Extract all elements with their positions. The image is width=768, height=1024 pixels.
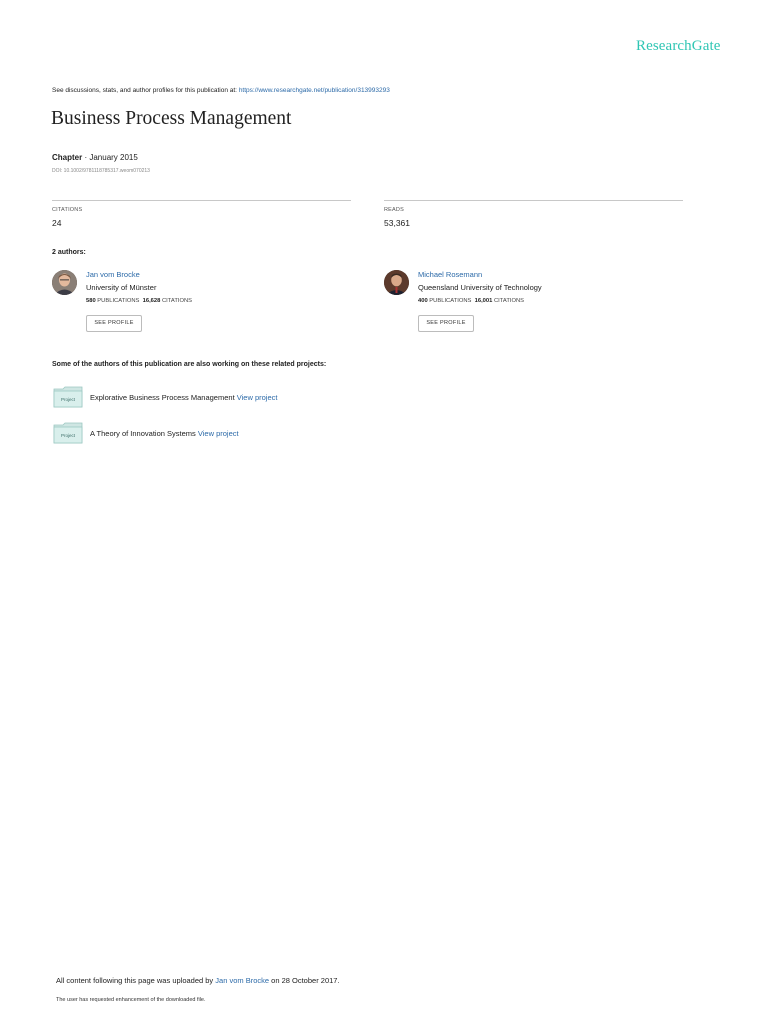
author-publications-count: 400 <box>418 298 428 304</box>
uploader-link[interactable]: Jan vom Brocke <box>215 976 269 985</box>
author-name-link[interactable]: Jan vom Brocke <box>86 270 140 279</box>
reads-label: READS <box>384 207 404 213</box>
see-discussions-text: See discussions, stats, and author profi… <box>52 87 237 94</box>
project-title: A Theory of Innovation Systems <box>90 429 196 438</box>
reads-value: 53,361 <box>384 218 410 228</box>
see-profile-button[interactable]: SEE PROFILE <box>86 315 142 332</box>
researchgate-logo[interactable]: ResearchGate <box>636 38 720 55</box>
author-citations-count: 16,628 <box>142 298 161 304</box>
author-publications-count: 580 <box>86 298 96 304</box>
reads-divider <box>384 200 683 201</box>
view-project-link[interactable]: View project <box>237 393 278 402</box>
author-avatar[interactable] <box>52 270 77 295</box>
project-folder-icon: Project <box>53 422 83 444</box>
upload-prefix: All content following this page was uplo… <box>56 976 214 985</box>
author-publications-label: PUBLICATIONS <box>429 298 472 304</box>
author-publications-label: PUBLICATIONS <box>97 298 140 304</box>
author-name-link[interactable]: Michael Rosemann <box>418 270 482 279</box>
author-institution: University of Münster <box>86 283 157 292</box>
project-title: Explorative Business Process Management <box>90 393 235 402</box>
publication-url-link[interactable]: https://www.researchgate.net/publication… <box>239 87 390 94</box>
enhancement-note: The user has requested enhancement of th… <box>56 997 206 1003</box>
project-folder-label: Project <box>61 433 76 438</box>
authors-heading: 2 authors: <box>52 249 86 256</box>
author-citations-label: CITATIONS <box>493 298 525 304</box>
author-stats: 580 PUBLICATIONS 16,628 CITATIONS <box>86 298 192 304</box>
publication-type: Chapter <box>52 153 83 162</box>
project-item: Explorative Business Process Management … <box>90 393 277 402</box>
related-projects-heading: Some of the authors of this publication … <box>52 361 327 368</box>
author-stats: 400 PUBLICATIONS 16,001 CITATIONS <box>418 298 524 304</box>
citations-divider <box>52 200 351 201</box>
view-project-link[interactable]: View project <box>198 429 239 438</box>
author-citations-count: 16,001 <box>474 298 493 304</box>
upload-notice: All content following this page was uplo… <box>56 976 340 985</box>
upload-suffix: on 28 October 2017. <box>271 976 340 985</box>
page-title: Business Process Management <box>51 108 292 129</box>
publication-meta: Chapter · January 2015 <box>52 153 138 162</box>
author-institution: Queensland University of Technology <box>418 283 542 292</box>
see-discussions-line: See discussions, stats, and author profi… <box>52 87 390 94</box>
project-folder-icon: Project <box>53 386 83 408</box>
author-citations-label: CITATIONS <box>161 298 193 304</box>
citations-label: CITATIONS <box>52 207 83 213</box>
publication-doi: DOI: 10.1002/9781118785317.weom070213 <box>52 168 150 174</box>
see-profile-button[interactable]: SEE PROFILE <box>418 315 474 332</box>
author-avatar[interactable] <box>384 270 409 295</box>
project-item: A Theory of Innovation Systems View proj… <box>90 429 239 438</box>
citations-value: 24 <box>52 218 62 228</box>
project-folder-label: Project <box>61 397 76 402</box>
publication-date: January 2015 <box>89 153 138 162</box>
